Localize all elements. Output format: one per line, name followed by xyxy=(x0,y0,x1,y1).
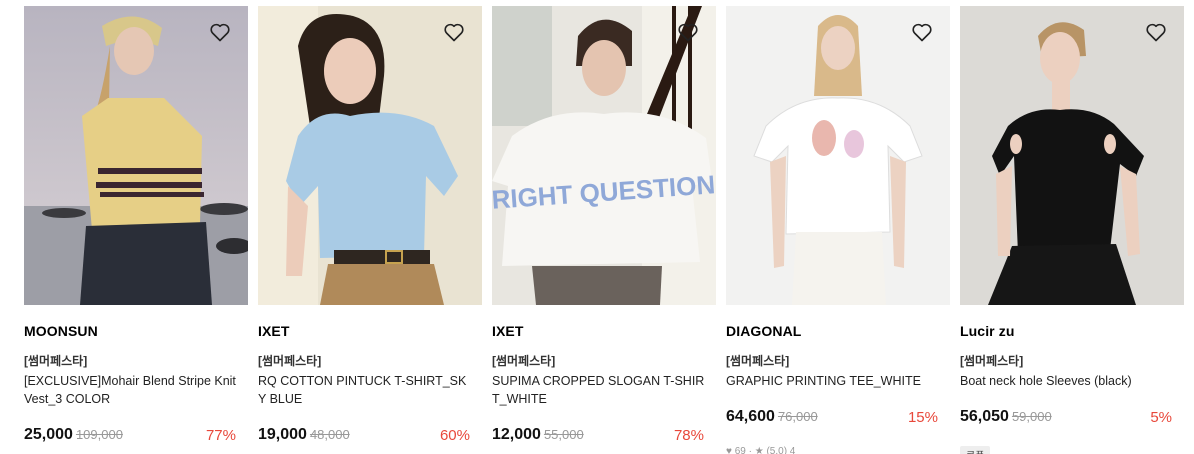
discount-rate: 5% xyxy=(1150,409,1172,426)
product-image[interactable] xyxy=(24,6,248,305)
original-price: 76,000 xyxy=(777,409,818,424)
price-row: 25,000 109,000 77% xyxy=(24,424,236,446)
product-name[interactable]: RQ COTTON PINTUCK T-SHIRT_SKY BLUE xyxy=(258,372,472,408)
like-review-count: ♥ 69 · ★ (5.0) 4 xyxy=(726,446,796,454)
original-price: 48,000 xyxy=(309,427,350,442)
product-photo-graphic-tee xyxy=(726,6,950,305)
promo-tag: [썸머페스타] xyxy=(492,354,556,368)
wishlist-heart-icon[interactable] xyxy=(676,20,700,44)
product-card[interactable]: Lucir zu [썸머페스타] Boat neck hole Sleeves … xyxy=(960,6,1184,454)
sale-price: 64,600 76,000 xyxy=(726,408,818,425)
product-photo-slogan-tshirt: RIGHT QUESTION xyxy=(492,6,716,305)
product-photo-boat-neck-top xyxy=(960,6,1184,305)
promo-tag: [썸머페스타] xyxy=(726,354,790,368)
promo-tag: [썸머페스타] xyxy=(258,354,322,368)
product-brand[interactable]: IXET xyxy=(492,323,716,340)
price-row: 12,000 55,000 78% xyxy=(492,424,704,446)
wishlist-heart-icon[interactable] xyxy=(1144,20,1168,44)
sale-price: 12,000 55,000 xyxy=(492,426,584,443)
product-name[interactable]: Boat neck hole Sleeves (black) xyxy=(960,372,1174,390)
discount-rate: 15% xyxy=(907,409,938,426)
product-image[interactable]: RIGHT QUESTION xyxy=(492,6,716,305)
product-grid: MOONSUN [썸머페스타] [EXCLUSIVE]Mohair Blend … xyxy=(0,0,1194,454)
discount-rate: 78% xyxy=(673,427,704,444)
original-price: 109,000 xyxy=(75,427,123,442)
sale-price: 19,000 48,000 xyxy=(258,426,350,443)
product-card[interactable]: DIAGONAL [썸머페스타] GRAPHIC PRINTING TEE_WH… xyxy=(726,6,950,454)
product-card[interactable]: MOONSUN [썸머페스타] [EXCLUSIVE]Mohair Blend … xyxy=(24,6,248,444)
coupon-badge: 쿠폰 xyxy=(960,446,991,454)
product-brand[interactable]: DIAGONAL xyxy=(726,323,950,340)
product-brand[interactable]: IXET xyxy=(258,323,482,340)
product-name[interactable]: GRAPHIC PRINTING TEE_WHITE xyxy=(726,372,940,390)
sale-price: 25,000 109,000 xyxy=(24,426,123,443)
product-name[interactable]: SUPIMA CROPPED SLOGAN T-SHIRT_WHITE xyxy=(492,372,706,408)
product-image[interactable] xyxy=(258,6,482,305)
wishlist-heart-icon[interactable] xyxy=(442,20,466,44)
price-row: 64,600 76,000 15% xyxy=(726,406,938,428)
product-photo-pintuck-tshirt xyxy=(258,6,482,305)
sale-price: 56,050 59,000 xyxy=(960,408,1052,425)
wishlist-heart-icon[interactable] xyxy=(208,20,232,44)
promo-tag: [썸머페스타] xyxy=(960,354,1024,368)
product-name[interactable]: [EXCLUSIVE]Mohair Blend Stripe Knit Vest… xyxy=(24,372,238,408)
product-image[interactable] xyxy=(960,6,1184,305)
product-card[interactable]: RIGHT QUESTION IXET [썸머페스타] SUPIMA CROPP… xyxy=(492,6,716,444)
product-card[interactable]: IXET [썸머페스타] RQ COTTON PINTUCK T-SHIRT_S… xyxy=(258,6,482,444)
product-brand[interactable]: Lucir zu xyxy=(960,323,1184,340)
price-row: 56,050 59,000 5% xyxy=(960,406,1172,428)
discount-rate: 60% xyxy=(439,427,470,444)
product-brand[interactable]: MOONSUN xyxy=(24,323,248,340)
original-price: 59,000 xyxy=(1011,409,1052,424)
original-price: 55,000 xyxy=(543,427,584,442)
product-image[interactable] xyxy=(726,6,950,305)
product-photo-knit-vest xyxy=(24,6,248,305)
discount-rate: 77% xyxy=(205,427,236,444)
promo-tag: [썸머페스타] xyxy=(24,354,88,368)
wishlist-heart-icon[interactable] xyxy=(910,20,934,44)
price-row: 19,000 48,000 60% xyxy=(258,424,470,446)
